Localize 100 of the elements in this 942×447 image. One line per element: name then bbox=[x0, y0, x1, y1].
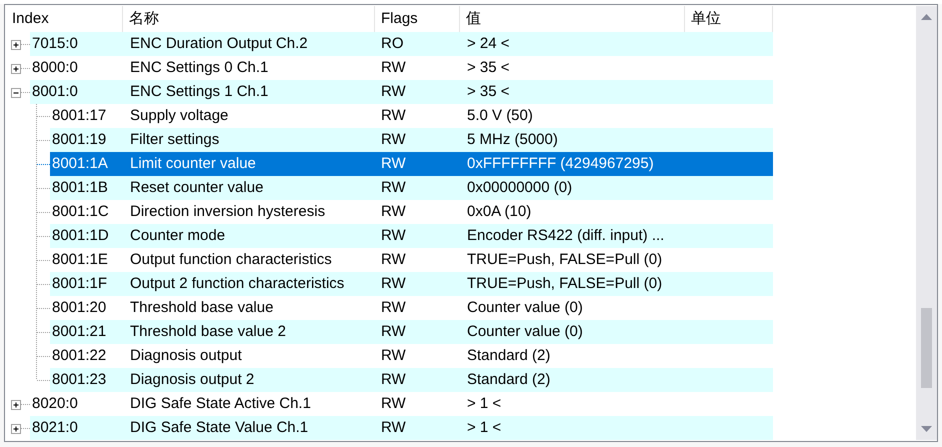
expand-icon[interactable] bbox=[11, 400, 21, 410]
table-row[interactable]: 8001:23 Diagnosis output 2 RW Standard (2) bbox=[50, 368, 773, 392]
flags-cell-text: RW bbox=[380, 274, 407, 294]
tree-line bbox=[36, 272, 50, 296]
flags-cell-text: RW bbox=[380, 322, 407, 342]
index-cell-text: 8001:1C bbox=[51, 202, 110, 222]
table-row[interactable]: 8001:19 Filter settings RW 5 MHz (5000) bbox=[50, 128, 773, 152]
flags-cell-text: RW bbox=[380, 58, 407, 78]
tree-line bbox=[20, 92, 30, 93]
index-cell-text: 8001:17 bbox=[51, 106, 108, 126]
expand-icon[interactable] bbox=[11, 64, 21, 74]
table-row[interactable]: 7015:0 ENC Duration Output Ch.2 RO > 24 < bbox=[30, 32, 773, 56]
tree-line bbox=[36, 176, 50, 200]
value-cell-text: Counter value (0) bbox=[466, 322, 584, 342]
value-cell-text: > 1 < bbox=[466, 418, 502, 438]
flags-cell-text: RW bbox=[380, 178, 407, 198]
table-row[interactable]: 8001:1F Output 2 function characteristics RW TRUE=Push, FALSE=Pull (0) bbox=[50, 272, 773, 296]
value-cell-text: TRUE=Push, FALSE=Pull (0) bbox=[466, 274, 664, 294]
table-row[interactable]: 8001:0 ENC Settings 1 Ch.1 RW > 35 < bbox=[30, 80, 773, 104]
index-cell-text: 8000:0 bbox=[31, 58, 79, 78]
index-cell-text: 8001:0 bbox=[31, 82, 79, 102]
value-cell-text: Standard (2) bbox=[466, 370, 552, 390]
flags-cell-text: RW bbox=[380, 298, 407, 318]
name-cell-text: Diagnosis output 2 bbox=[129, 370, 256, 390]
value-cell-text: Counter value (0) bbox=[466, 298, 584, 318]
value-cell-text: Standard (2) bbox=[466, 346, 552, 366]
name-cell-text: Filter settings bbox=[129, 130, 220, 150]
value-cell-text: 5 MHz (5000) bbox=[466, 130, 559, 150]
value-cell-text: 0x0A (10) bbox=[466, 202, 532, 222]
name-cell-text: Output 2 function characteristics bbox=[129, 274, 346, 294]
flags-cell-text: RW bbox=[380, 82, 407, 102]
name-cell-text: Threshold base value bbox=[129, 298, 274, 318]
scroll-down-icon[interactable] bbox=[921, 426, 932, 432]
index-cell-text: 8001:1D bbox=[51, 226, 110, 246]
table-row[interactable]: 8001:1D Counter mode RW Encoder RS422 (diff. input) ... bbox=[50, 224, 773, 248]
table-row[interactable]: 8001:20 Threshold base value RW Counter value (0) bbox=[50, 296, 773, 320]
name-cell-text: Supply voltage bbox=[129, 106, 230, 126]
tree-line bbox=[36, 296, 50, 320]
scrollbar-thumb[interactable] bbox=[921, 308, 932, 388]
index-cell-text: 8021:0 bbox=[31, 418, 79, 438]
value-cell-text: > 1 < bbox=[466, 394, 502, 414]
table-row[interactable]: 8001:1A Limit counter value RW 0xFFFFFFFF (4294967295) bbox=[50, 152, 773, 176]
expand-icon[interactable] bbox=[11, 424, 21, 434]
flags-cell-text: RO bbox=[380, 34, 404, 54]
tree-line bbox=[36, 152, 50, 176]
tree-line bbox=[20, 428, 30, 429]
collapse-icon[interactable] bbox=[11, 88, 21, 98]
table-row[interactable]: 8001:17 Supply voltage RW 5.0 V (50) bbox=[50, 104, 773, 128]
value-cell-text: 5.0 V (50) bbox=[466, 106, 534, 126]
value-cell-text: Encoder RS422 (diff. input) ... bbox=[466, 226, 666, 246]
name-cell-text: Diagnosis output bbox=[129, 346, 243, 366]
name-cell-text: Counter mode bbox=[129, 226, 226, 246]
expand-icon[interactable] bbox=[11, 40, 21, 50]
tree-line bbox=[36, 128, 50, 152]
value-cell-text: TRUE=Push, FALSE=Pull (0) bbox=[466, 250, 664, 270]
flags-cell-text: RW bbox=[380, 106, 407, 126]
flags-cell-text: RW bbox=[380, 130, 407, 150]
table-row[interactable]: 8000:0 ENC Settings 0 Ch.1 RW > 35 < bbox=[30, 56, 773, 80]
name-cell-text: Output function characteristics bbox=[129, 250, 333, 270]
tree-line bbox=[36, 104, 50, 128]
tree-line bbox=[36, 320, 50, 344]
index-cell-text: 8001:1B bbox=[51, 178, 109, 198]
tree-line bbox=[20, 68, 30, 69]
flags-cell-text: RW bbox=[380, 346, 407, 366]
table-row[interactable]: 8001:1E Output function characteristics RW TRUE=Push, FALSE=Pull (0) bbox=[50, 248, 773, 272]
flags-cell-text: RW bbox=[380, 226, 407, 246]
flags-cell-text: RW bbox=[380, 202, 407, 222]
index-cell-text: 8020:0 bbox=[31, 394, 79, 414]
scroll-up-icon[interactable] bbox=[921, 14, 932, 20]
name-cell-text: DIG Safe State Value Ch.1 bbox=[129, 418, 310, 438]
flags-cell-text: RW bbox=[380, 250, 407, 270]
flags-cell-text: RW bbox=[380, 394, 407, 414]
table-row[interactable]: 8001:22 Diagnosis output RW Standard (2) bbox=[50, 344, 773, 368]
table-row[interactable]: 8020:0 DIG Safe State Active Ch.1 RW > 1 < bbox=[30, 392, 773, 416]
flags-cell-text: RW bbox=[380, 370, 407, 390]
index-cell-text: 8001:1A bbox=[51, 154, 109, 174]
value-cell-text: 0xFFFFFFFF (4294967295) bbox=[466, 154, 655, 174]
index-cell-text: 8001:19 bbox=[51, 130, 108, 150]
tree-line bbox=[36, 248, 50, 272]
table-row[interactable]: 8001:21 Threshold base value 2 RW Counter value (0) bbox=[50, 320, 773, 344]
name-cell-text: Limit counter value bbox=[129, 154, 257, 174]
name-cell-text: Threshold base value 2 bbox=[129, 322, 287, 342]
value-cell-text: 0x00000000 (0) bbox=[466, 178, 574, 198]
value-cell-text: > 24 < bbox=[466, 34, 511, 54]
flags-cell-text: RW bbox=[380, 418, 407, 438]
table-row[interactable]: 8021:0 DIG Safe State Value Ch.1 RW > 1 < bbox=[30, 416, 773, 440]
name-cell-text: Direction inversion hysteresis bbox=[129, 202, 326, 222]
tree-line bbox=[36, 200, 50, 224]
index-cell-text: 8001:23 bbox=[51, 370, 108, 390]
table-row[interactable]: 8001:1B Reset counter value RW 0x00000000 (0) bbox=[50, 176, 773, 200]
name-cell-text: ENC Duration Output Ch.2 bbox=[129, 34, 309, 54]
index-cell-text: 8001:21 bbox=[51, 322, 108, 342]
tree-line bbox=[20, 404, 30, 405]
scrollbar[interactable] bbox=[916, 6, 937, 440]
table-row[interactable]: 8001:1C Direction inversion hysteresis RW 0x0A (10) bbox=[50, 200, 773, 224]
tree-line bbox=[20, 44, 30, 45]
tree-line bbox=[36, 224, 50, 248]
name-cell-text: ENC Settings 0 Ch.1 bbox=[129, 58, 270, 78]
index-cell-text: 7015:0 bbox=[31, 34, 79, 54]
name-cell-text: Reset counter value bbox=[129, 178, 264, 198]
